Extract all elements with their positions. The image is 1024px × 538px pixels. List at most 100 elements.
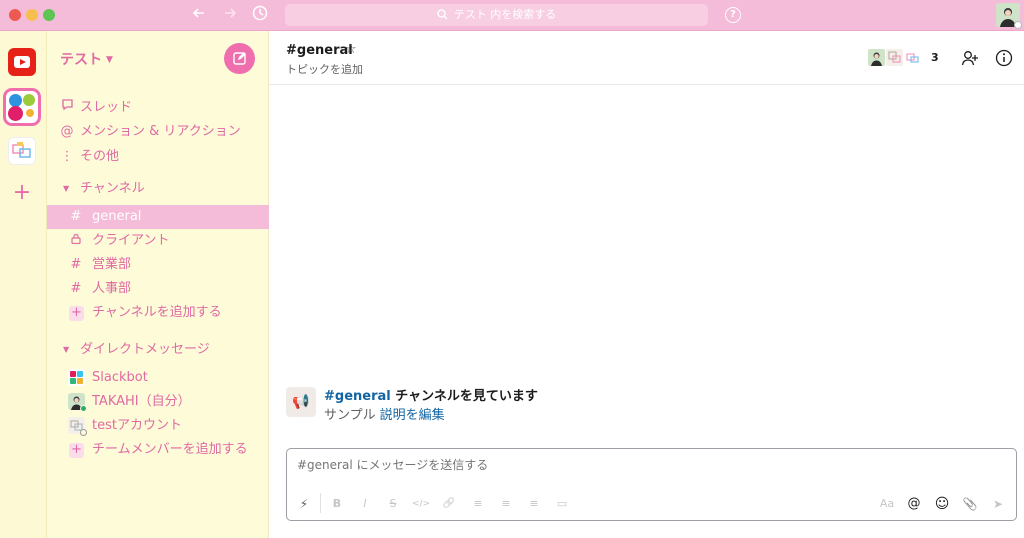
nav-mentions-label: メンション & リアクション bbox=[80, 124, 241, 139]
megaphone-icon: 📢 bbox=[286, 387, 316, 417]
channel-label: クライアント bbox=[92, 233, 170, 248]
code-icon[interactable]: </> bbox=[410, 495, 432, 513]
sidebar-channel-sales[interactable]: # 営業部 bbox=[47, 253, 269, 277]
nav-threads-label: スレッド bbox=[80, 100, 133, 115]
member-avatar bbox=[885, 48, 904, 67]
strikethrough-icon[interactable]: S bbox=[385, 495, 401, 513]
workspace-youtube-icon[interactable] bbox=[8, 48, 36, 76]
channel-header: #general ☆ トピックを追加 3 bbox=[269, 31, 1024, 85]
bulleted-list-icon[interactable]: ≡ bbox=[497, 495, 515, 513]
add-channel-button[interactable]: + チャンネルを追加する bbox=[47, 301, 269, 325]
compose-icon bbox=[233, 52, 246, 65]
sidebar-dm-slackbot[interactable]: Slackbot bbox=[47, 366, 269, 390]
arrow-left-icon[interactable] bbox=[189, 5, 209, 25]
sidebar-channel-client[interactable]: クライアント bbox=[47, 229, 269, 253]
member-count[interactable]: 3 bbox=[931, 51, 939, 64]
channel-members-button[interactable] bbox=[867, 48, 922, 68]
nav-threads[interactable]: スレッド bbox=[47, 96, 269, 120]
thread-icon bbox=[59, 96, 75, 120]
sidebar-channel-hr[interactable]: # 人事部 bbox=[47, 277, 269, 301]
send-icon[interactable]: ➤ bbox=[989, 495, 1007, 513]
sidebar: テスト ▼ スレッド @ メンション & リアクション ⋮ その他 ▼ チャンネル… bbox=[47, 31, 269, 538]
window-close-button[interactable] bbox=[9, 9, 21, 21]
workspace-name: テスト bbox=[60, 52, 102, 68]
add-workspace-button[interactable]: + bbox=[10, 181, 34, 205]
caret-down-icon: ▼ bbox=[63, 184, 70, 193]
member-avatar bbox=[903, 48, 922, 67]
dm-label: testアカウント bbox=[92, 418, 182, 433]
away-status-icon bbox=[80, 429, 87, 436]
workspace-menu[interactable]: テスト ▼ bbox=[60, 49, 113, 69]
window-minimize-button[interactable] bbox=[26, 9, 38, 21]
channel-label: general bbox=[92, 209, 142, 224]
sidebar-dm-test-account[interactable]: testアカウント bbox=[47, 414, 269, 438]
workspace-test-icon[interactable] bbox=[3, 88, 41, 126]
add-member-label: チームメンバーを追加する bbox=[92, 442, 248, 457]
arrow-right-icon[interactable] bbox=[220, 5, 240, 25]
channel-view: #general ☆ トピックを追加 3 📢 #general チャンネルを見て… bbox=[269, 31, 1024, 538]
dm-label: TAKAHI（自分） bbox=[92, 394, 191, 409]
search-placeholder: テスト 内を検索する bbox=[453, 8, 557, 21]
add-topic-link[interactable]: トピックを追加 bbox=[286, 61, 363, 77]
add-person-icon[interactable] bbox=[961, 49, 979, 67]
dm-section-label: ダイレクトメッセージ bbox=[80, 342, 210, 357]
chevron-down-icon: ▼ bbox=[106, 55, 113, 65]
clock-icon[interactable] bbox=[250, 5, 270, 25]
formatting-toggle-icon[interactable]: Aa bbox=[877, 495, 897, 513]
intro-description-text: サンプル bbox=[324, 408, 376, 423]
link-icon[interactable]: 🔗 bbox=[440, 495, 458, 513]
sidebar-channel-general[interactable]: # general bbox=[47, 205, 269, 229]
emoji-icon[interactable]: ☺ bbox=[933, 495, 951, 513]
nav-mentions[interactable]: @ メンション & リアクション bbox=[47, 120, 269, 144]
hash-icon: # bbox=[70, 209, 82, 224]
italic-icon[interactable]: I bbox=[357, 495, 373, 513]
online-status-icon bbox=[80, 405, 87, 412]
add-member-button[interactable]: + チームメンバーを追加する bbox=[47, 438, 269, 462]
code-block-icon[interactable]: ▭ bbox=[553, 495, 571, 513]
caret-down-icon: ▼ bbox=[63, 345, 70, 354]
dm-section-header[interactable]: ▼ ダイレクトメッセージ bbox=[47, 338, 269, 362]
blockquote-icon[interactable]: ≡ bbox=[525, 495, 543, 513]
toolbar-divider bbox=[320, 493, 321, 513]
question-icon[interactable]: ? bbox=[725, 7, 741, 23]
intro-channel-link[interactable]: #general bbox=[324, 389, 391, 404]
compose-button[interactable] bbox=[224, 43, 255, 74]
search-icon bbox=[437, 9, 448, 20]
member-avatar bbox=[867, 48, 886, 67]
presence-status-icon bbox=[1014, 21, 1022, 29]
hash-icon: # bbox=[70, 281, 82, 296]
channels-section-label: チャンネル bbox=[80, 181, 145, 196]
plus-icon: + bbox=[69, 443, 84, 458]
message-input[interactable] bbox=[297, 458, 997, 472]
message-composer: ⚡ B I S </> 🔗 ≡ ≡ ≡ ▭ Aa @ ☺ 📎 ➤ bbox=[286, 448, 1017, 521]
channel-title[interactable]: #general bbox=[286, 43, 353, 58]
workspace-diagram-icon[interactable] bbox=[8, 137, 36, 165]
workspace-switcher: + bbox=[0, 31, 47, 538]
channel-label: 人事部 bbox=[92, 281, 132, 296]
ordered-list-icon[interactable]: ≡ bbox=[469, 495, 487, 513]
edit-description-link[interactable]: 説明を編集 bbox=[380, 408, 445, 423]
sidebar-dm-self[interactable]: TAKAHI（自分） bbox=[47, 390, 269, 414]
attach-icon[interactable]: 📎 bbox=[961, 495, 979, 513]
nav-more-label: その他 bbox=[80, 149, 120, 164]
window-zoom-button[interactable] bbox=[43, 9, 55, 21]
search-input[interactable]: テスト 内を検索する bbox=[285, 4, 708, 26]
lock-icon bbox=[69, 229, 83, 253]
intro-title-text: チャンネルを見ています bbox=[390, 389, 538, 404]
more-icon: ⋮ bbox=[60, 149, 74, 164]
slackbot-avatar bbox=[68, 369, 85, 386]
star-icon[interactable]: ☆ bbox=[345, 42, 357, 57]
nav-more[interactable]: ⋮ その他 bbox=[47, 145, 269, 169]
title-bar: テスト 内を検索する ? bbox=[0, 0, 1024, 31]
at-icon: @ bbox=[60, 124, 74, 139]
channel-label: 営業部 bbox=[92, 257, 132, 272]
add-channel-label: チャンネルを追加する bbox=[92, 305, 222, 320]
channel-intro-title: #general チャンネルを見ています bbox=[324, 385, 538, 404]
mention-icon[interactable]: @ bbox=[905, 495, 923, 513]
dm-label: Slackbot bbox=[92, 370, 148, 385]
channels-section-header[interactable]: ▼ チャンネル bbox=[47, 177, 269, 201]
shortcuts-icon[interactable]: ⚡ bbox=[295, 495, 313, 513]
bold-icon[interactable]: B bbox=[329, 495, 345, 513]
info-icon[interactable] bbox=[995, 49, 1013, 67]
hash-icon: # bbox=[70, 257, 82, 272]
